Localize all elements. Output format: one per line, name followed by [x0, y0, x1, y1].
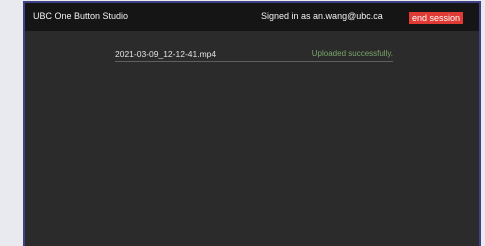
signed-in-prefix: Signed in as — [261, 11, 314, 21]
user-email: an.wang@ubc.ca — [313, 11, 383, 21]
app-window: UBC One Button Studio Signed in as an.wa… — [23, 1, 481, 246]
upload-status: Uploaded successfully. — [311, 49, 393, 58]
header-bar: UBC One Button Studio Signed in as an.wa… — [25, 3, 479, 31]
end-session-button[interactable]: end session — [409, 12, 464, 24]
uploaded-file-name: 2021-03-09_12-12-41.mp4 — [115, 49, 217, 59]
upload-row: 2021-03-09_12-12-41.mp4 Uploaded success… — [115, 47, 393, 62]
signed-in-status: Signed in as an.wang@ubc.ca — [261, 11, 383, 21]
app-title: UBC One Button Studio — [33, 11, 129, 21]
